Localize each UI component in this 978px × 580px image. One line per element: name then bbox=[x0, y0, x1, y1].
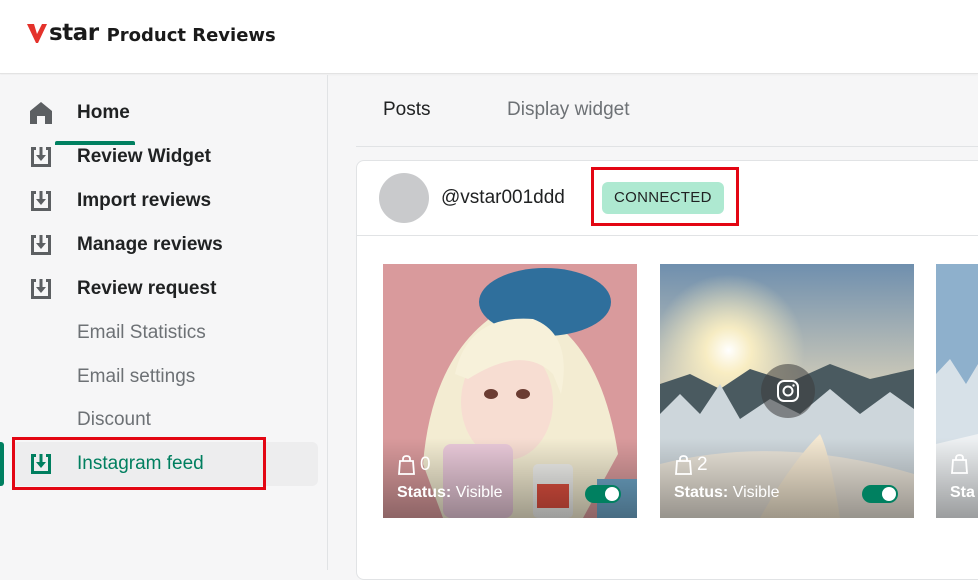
shopping-bag-icon bbox=[398, 455, 415, 475]
toggle-knob bbox=[605, 487, 619, 501]
status-badge: CONNECTED bbox=[602, 182, 724, 214]
sidebar-subitem-email-settings[interactable]: Email settings bbox=[0, 357, 328, 397]
home-icon bbox=[30, 102, 52, 124]
sidebar-item-label: Email Statistics bbox=[77, 322, 206, 343]
post-overlay bbox=[383, 438, 637, 518]
app-title: Product Reviews bbox=[106, 24, 276, 46]
toggle-knob bbox=[882, 487, 896, 501]
post-status: Sta bbox=[950, 484, 975, 502]
post-overlay bbox=[936, 438, 978, 518]
sidebar-item-label: Import reviews bbox=[77, 190, 212, 211]
sidebar-item-label: Home bbox=[77, 102, 130, 123]
post-product-count bbox=[950, 454, 973, 474]
download-box-icon bbox=[31, 279, 51, 299]
sidebar-item-label: Review request bbox=[77, 278, 217, 299]
download-box-icon bbox=[31, 454, 51, 474]
sidebar-subitem-email-statistics[interactable]: Email Statistics bbox=[0, 313, 328, 353]
tab-display-widget[interactable]: Display widget bbox=[507, 99, 630, 121]
download-box-icon bbox=[31, 235, 51, 255]
post-status-label: Status: bbox=[397, 484, 452, 501]
sidebar-item-import-reviews[interactable]: Import reviews bbox=[0, 181, 328, 221]
tab-posts[interactable]: Posts bbox=[383, 99, 431, 121]
app-logo[interactable]: star Product Reviews bbox=[26, 20, 276, 46]
instagram-link-button[interactable] bbox=[761, 364, 815, 418]
logo-v-icon bbox=[27, 24, 47, 43]
sidebar-item-manage-reviews[interactable]: Manage reviews bbox=[0, 225, 328, 265]
sidebar-item-label: Discount bbox=[77, 409, 151, 430]
post-status-value: Visible bbox=[732, 484, 780, 501]
post-tile[interactable]: 0 Status: Visible bbox=[383, 264, 637, 518]
visibility-toggle[interactable] bbox=[585, 485, 621, 503]
shopping-bag-icon bbox=[951, 454, 968, 474]
post-product-count: 0 bbox=[397, 454, 431, 476]
post-overlay bbox=[660, 438, 914, 518]
shopping-bag-icon bbox=[675, 455, 692, 475]
logo-wordmark: star bbox=[49, 20, 99, 46]
sidebar-item-label: Instagram feed bbox=[77, 453, 204, 474]
post-product-count: 2 bbox=[674, 454, 708, 476]
sidebar-item-label: Email settings bbox=[77, 366, 196, 387]
post-tile[interactable]: Sta bbox=[936, 264, 978, 518]
account-header: @vstar001ddd CONNECTED bbox=[357, 161, 978, 236]
sidebar-item-label: Manage reviews bbox=[77, 234, 223, 255]
download-box-icon bbox=[31, 147, 51, 167]
post-status: Status: Visible bbox=[674, 484, 780, 502]
post-count-value: 0 bbox=[420, 454, 431, 475]
tab-selected-indicator bbox=[55, 141, 135, 145]
instagram-icon bbox=[777, 380, 799, 402]
sidebar-item-review-request[interactable]: Review request bbox=[0, 269, 328, 309]
top-bar: star Product Reviews bbox=[0, 0, 978, 74]
post-tile[interactable]: 2 Status: Visible bbox=[660, 264, 914, 518]
post-status-label: Status: bbox=[674, 484, 729, 501]
post-status-value: Visible bbox=[455, 484, 503, 501]
avatar bbox=[379, 173, 429, 223]
sidebar-item-instagram-feed[interactable]: Instagram feed bbox=[0, 444, 328, 484]
sidebar-subitem-discount[interactable]: Discount bbox=[0, 400, 328, 440]
post-status-label: Sta bbox=[950, 484, 975, 501]
tab-bar: Posts Display widget bbox=[356, 75, 978, 147]
visibility-toggle[interactable] bbox=[862, 485, 898, 503]
sidebar-item-label: Review Widget bbox=[77, 146, 211, 167]
sidebar-item-review-widget[interactable]: Review Widget bbox=[0, 137, 328, 177]
post-status: Status: Visible bbox=[397, 484, 503, 502]
account-username: @vstar001ddd bbox=[441, 187, 565, 208]
sidebar-item-home[interactable]: Home bbox=[0, 93, 328, 133]
download-box-icon bbox=[31, 191, 51, 211]
post-count-value: 2 bbox=[697, 454, 708, 475]
